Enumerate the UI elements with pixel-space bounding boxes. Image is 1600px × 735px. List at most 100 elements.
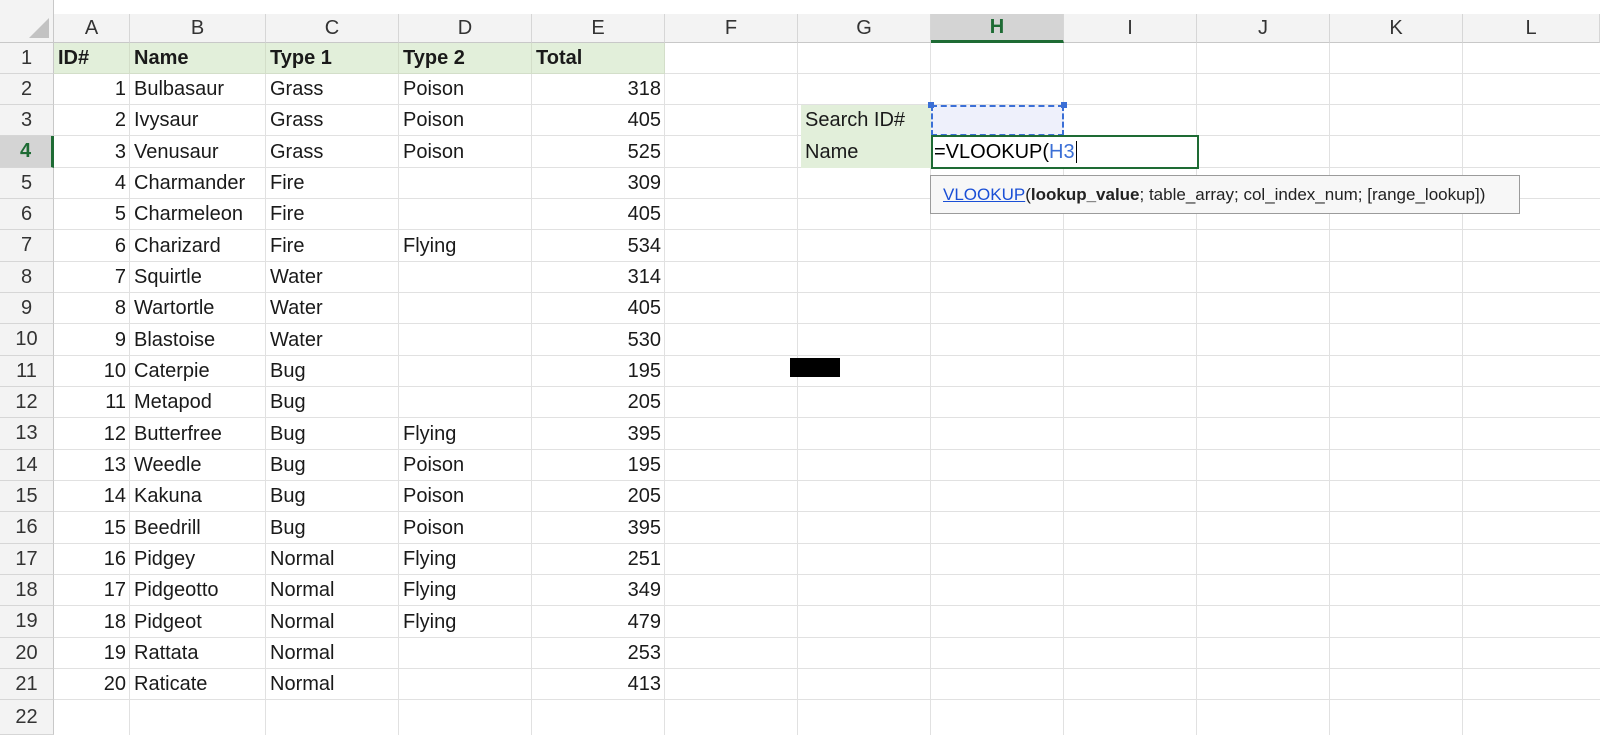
row-header-18[interactable]: 18 bbox=[0, 575, 54, 606]
table-cell[interactable]: Wartortle bbox=[130, 293, 266, 324]
row-header-19[interactable]: 19 bbox=[0, 606, 54, 638]
table-cell[interactable]: Metapod bbox=[130, 387, 266, 418]
table-cell[interactable]: Kakuna bbox=[130, 481, 266, 512]
table-cell[interactable]: 395 bbox=[532, 512, 665, 544]
row-header-5[interactable]: 5 bbox=[0, 168, 54, 199]
table-cell[interactable]: Poison bbox=[399, 512, 532, 544]
table-cell[interactable]: 314 bbox=[532, 262, 665, 293]
column-header-e[interactable]: E bbox=[532, 14, 665, 43]
table-cell[interactable]: 253 bbox=[532, 638, 665, 669]
table-cell[interactable]: 15 bbox=[54, 512, 130, 544]
table-header-cell[interactable]: ID# bbox=[54, 43, 130, 74]
table-cell[interactable]: 17 bbox=[54, 575, 130, 606]
table-cell[interactable]: 1 bbox=[54, 74, 130, 105]
row-header-20[interactable]: 20 bbox=[0, 638, 54, 669]
table-cell[interactable]: Bug bbox=[266, 356, 399, 387]
table-cell[interactable]: Flying bbox=[399, 230, 532, 262]
formula-edit-cell[interactable]: =VLOOKUP(H3 bbox=[931, 135, 1199, 169]
row-header-21[interactable]: 21 bbox=[0, 669, 54, 700]
table-cell[interactable]: Bug bbox=[266, 387, 399, 418]
table-cell[interactable]: Bug bbox=[266, 481, 399, 512]
table-cell[interactable] bbox=[399, 387, 532, 418]
table-cell[interactable]: Bug bbox=[266, 512, 399, 544]
table-cell[interactable]: Fire bbox=[266, 199, 399, 230]
column-header-l[interactable]: L bbox=[1463, 14, 1600, 43]
table-cell[interactable]: 413 bbox=[532, 669, 665, 700]
table-cell[interactable]: 530 bbox=[532, 324, 665, 356]
table-cell[interactable]: Pidgey bbox=[130, 544, 266, 575]
table-cell[interactable]: Bulbasaur bbox=[130, 74, 266, 105]
range-handle-top-right[interactable] bbox=[1061, 102, 1067, 108]
table-cell[interactable]: 195 bbox=[532, 356, 665, 387]
table-cell[interactable] bbox=[399, 293, 532, 324]
row-header-1[interactable]: 1 bbox=[0, 43, 54, 74]
column-header-c[interactable]: C bbox=[266, 14, 399, 43]
table-cell[interactable] bbox=[399, 356, 532, 387]
column-header-f[interactable]: F bbox=[665, 14, 798, 43]
table-cell[interactable] bbox=[399, 638, 532, 669]
search-id-input-cell[interactable] bbox=[931, 105, 1064, 136]
table-cell[interactable]: 9 bbox=[54, 324, 130, 356]
table-cell[interactable]: 20 bbox=[54, 669, 130, 700]
table-cell[interactable]: 7 bbox=[54, 262, 130, 293]
table-cell[interactable]: 8 bbox=[54, 293, 130, 324]
table-cell[interactable] bbox=[399, 324, 532, 356]
table-cell[interactable]: Poison bbox=[399, 481, 532, 512]
table-cell[interactable]: 11 bbox=[54, 387, 130, 418]
table-cell[interactable]: 205 bbox=[532, 387, 665, 418]
row-header-7[interactable]: 7 bbox=[0, 230, 54, 262]
table-cell[interactable]: Butterfree bbox=[130, 418, 266, 450]
table-cell[interactable]: Normal bbox=[266, 669, 399, 700]
table-cell[interactable]: 405 bbox=[532, 199, 665, 230]
column-header-b[interactable]: B bbox=[130, 14, 266, 43]
table-cell[interactable]: 205 bbox=[532, 481, 665, 512]
row-header-15[interactable]: 15 bbox=[0, 481, 54, 512]
table-cell[interactable]: 479 bbox=[532, 606, 665, 638]
table-cell[interactable]: 2 bbox=[54, 105, 130, 136]
row-header-16[interactable]: 16 bbox=[0, 512, 54, 544]
table-cell[interactable]: Water bbox=[266, 293, 399, 324]
column-header-d[interactable]: D bbox=[399, 14, 532, 43]
table-cell[interactable]: Venusaur bbox=[130, 136, 266, 168]
table-cell[interactable]: 405 bbox=[532, 293, 665, 324]
column-header-j[interactable]: J bbox=[1197, 14, 1330, 43]
table-cell[interactable]: Pidgeotto bbox=[130, 575, 266, 606]
row-header-22[interactable]: 22 bbox=[0, 700, 54, 735]
table-cell[interactable]: 309 bbox=[532, 168, 665, 199]
table-header-cell[interactable]: Name bbox=[130, 43, 266, 74]
table-cell[interactable]: 195 bbox=[532, 450, 665, 481]
table-cell[interactable]: 4 bbox=[54, 168, 130, 199]
table-cell[interactable]: 19 bbox=[54, 638, 130, 669]
table-cell[interactable]: Normal bbox=[266, 638, 399, 669]
table-cell[interactable]: Water bbox=[266, 324, 399, 356]
table-cell[interactable]: Caterpie bbox=[130, 356, 266, 387]
table-cell[interactable]: Ivysaur bbox=[130, 105, 266, 136]
table-cell[interactable]: Normal bbox=[266, 575, 399, 606]
column-header-k[interactable]: K bbox=[1330, 14, 1463, 43]
table-cell[interactable]: Fire bbox=[266, 168, 399, 199]
table-cell[interactable]: Normal bbox=[266, 544, 399, 575]
table-cell[interactable] bbox=[399, 168, 532, 199]
table-cell[interactable] bbox=[399, 262, 532, 293]
table-cell[interactable]: 12 bbox=[54, 418, 130, 450]
table-header-cell[interactable]: Type 2 bbox=[399, 43, 532, 74]
row-header-10[interactable]: 10 bbox=[0, 324, 54, 356]
table-cell[interactable]: Flying bbox=[399, 575, 532, 606]
table-cell[interactable]: Poison bbox=[399, 136, 532, 168]
table-cell[interactable]: Grass bbox=[266, 105, 399, 136]
table-cell[interactable]: Poison bbox=[399, 74, 532, 105]
table-cell[interactable]: Poison bbox=[399, 450, 532, 481]
table-cell[interactable]: Normal bbox=[266, 606, 399, 638]
table-cell[interactable]: Bug bbox=[266, 450, 399, 481]
table-cell[interactable]: Poison bbox=[399, 105, 532, 136]
table-cell[interactable]: 10 bbox=[54, 356, 130, 387]
row-header-11[interactable]: 11 bbox=[0, 356, 54, 387]
row-header-12[interactable]: 12 bbox=[0, 387, 54, 418]
row-header-8[interactable]: 8 bbox=[0, 262, 54, 293]
table-cell[interactable]: Weedle bbox=[130, 450, 266, 481]
table-cell[interactable]: 3 bbox=[54, 136, 130, 168]
table-cell[interactable]: Rattata bbox=[130, 638, 266, 669]
column-header-h[interactable]: H bbox=[931, 14, 1064, 43]
table-header-cell[interactable]: Total bbox=[532, 43, 665, 74]
table-cell[interactable]: Flying bbox=[399, 606, 532, 638]
